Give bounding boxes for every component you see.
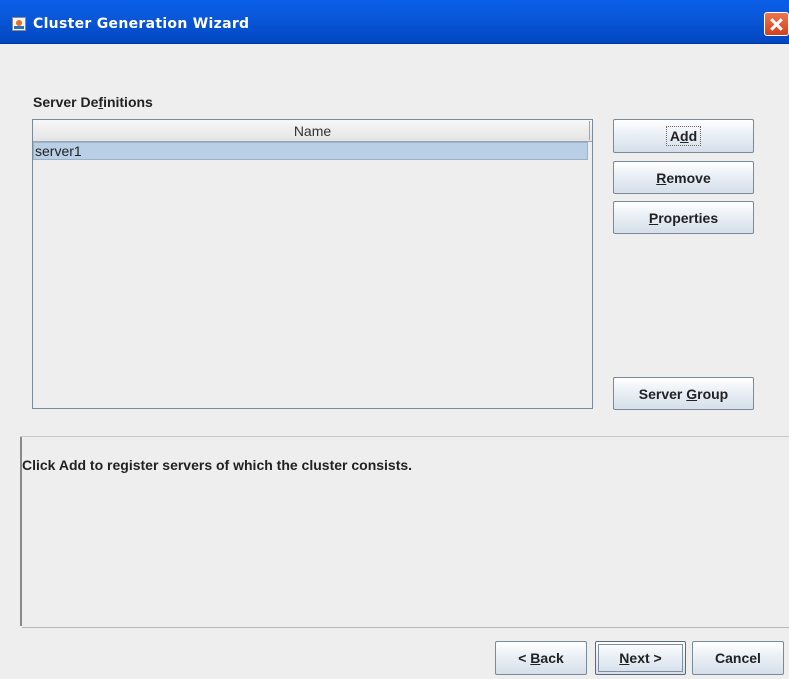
remove-button[interactable]: Remove xyxy=(613,161,754,194)
back-button-label: < Back xyxy=(518,650,564,666)
title-bar: Cluster Generation Wizard xyxy=(0,0,789,44)
table-cell-name: server1 xyxy=(35,143,82,159)
server-group-button[interactable]: Server Group xyxy=(613,377,754,410)
cancel-button[interactable]: Cancel xyxy=(692,641,784,675)
window-title: Cluster Generation Wizard xyxy=(33,16,250,32)
server-table[interactable]: Name server1 xyxy=(32,119,593,409)
description-text: Click Add to register servers of which t… xyxy=(22,457,413,473)
properties-button-label: Properties xyxy=(648,209,719,226)
table-row[interactable]: server1 xyxy=(33,142,588,160)
properties-button[interactable]: Properties xyxy=(613,201,754,234)
description-panel: Click Add to register servers of which t… xyxy=(20,436,789,628)
back-button[interactable]: < Back xyxy=(495,641,587,675)
next-button-label: Next > xyxy=(598,644,683,672)
remove-button-label: Remove xyxy=(656,169,711,186)
add-button-label: Add xyxy=(665,126,702,146)
cancel-button-label: Cancel xyxy=(715,650,761,666)
server-group-button-label: Server Group xyxy=(638,385,729,402)
close-icon[interactable] xyxy=(764,12,789,36)
add-button[interactable]: Add xyxy=(613,119,754,153)
java-cup-icon xyxy=(12,17,26,31)
column-header-name[interactable]: Name xyxy=(33,120,592,142)
next-button[interactable]: Next > xyxy=(595,641,686,675)
server-definitions-label: Server Definitions xyxy=(33,94,153,110)
